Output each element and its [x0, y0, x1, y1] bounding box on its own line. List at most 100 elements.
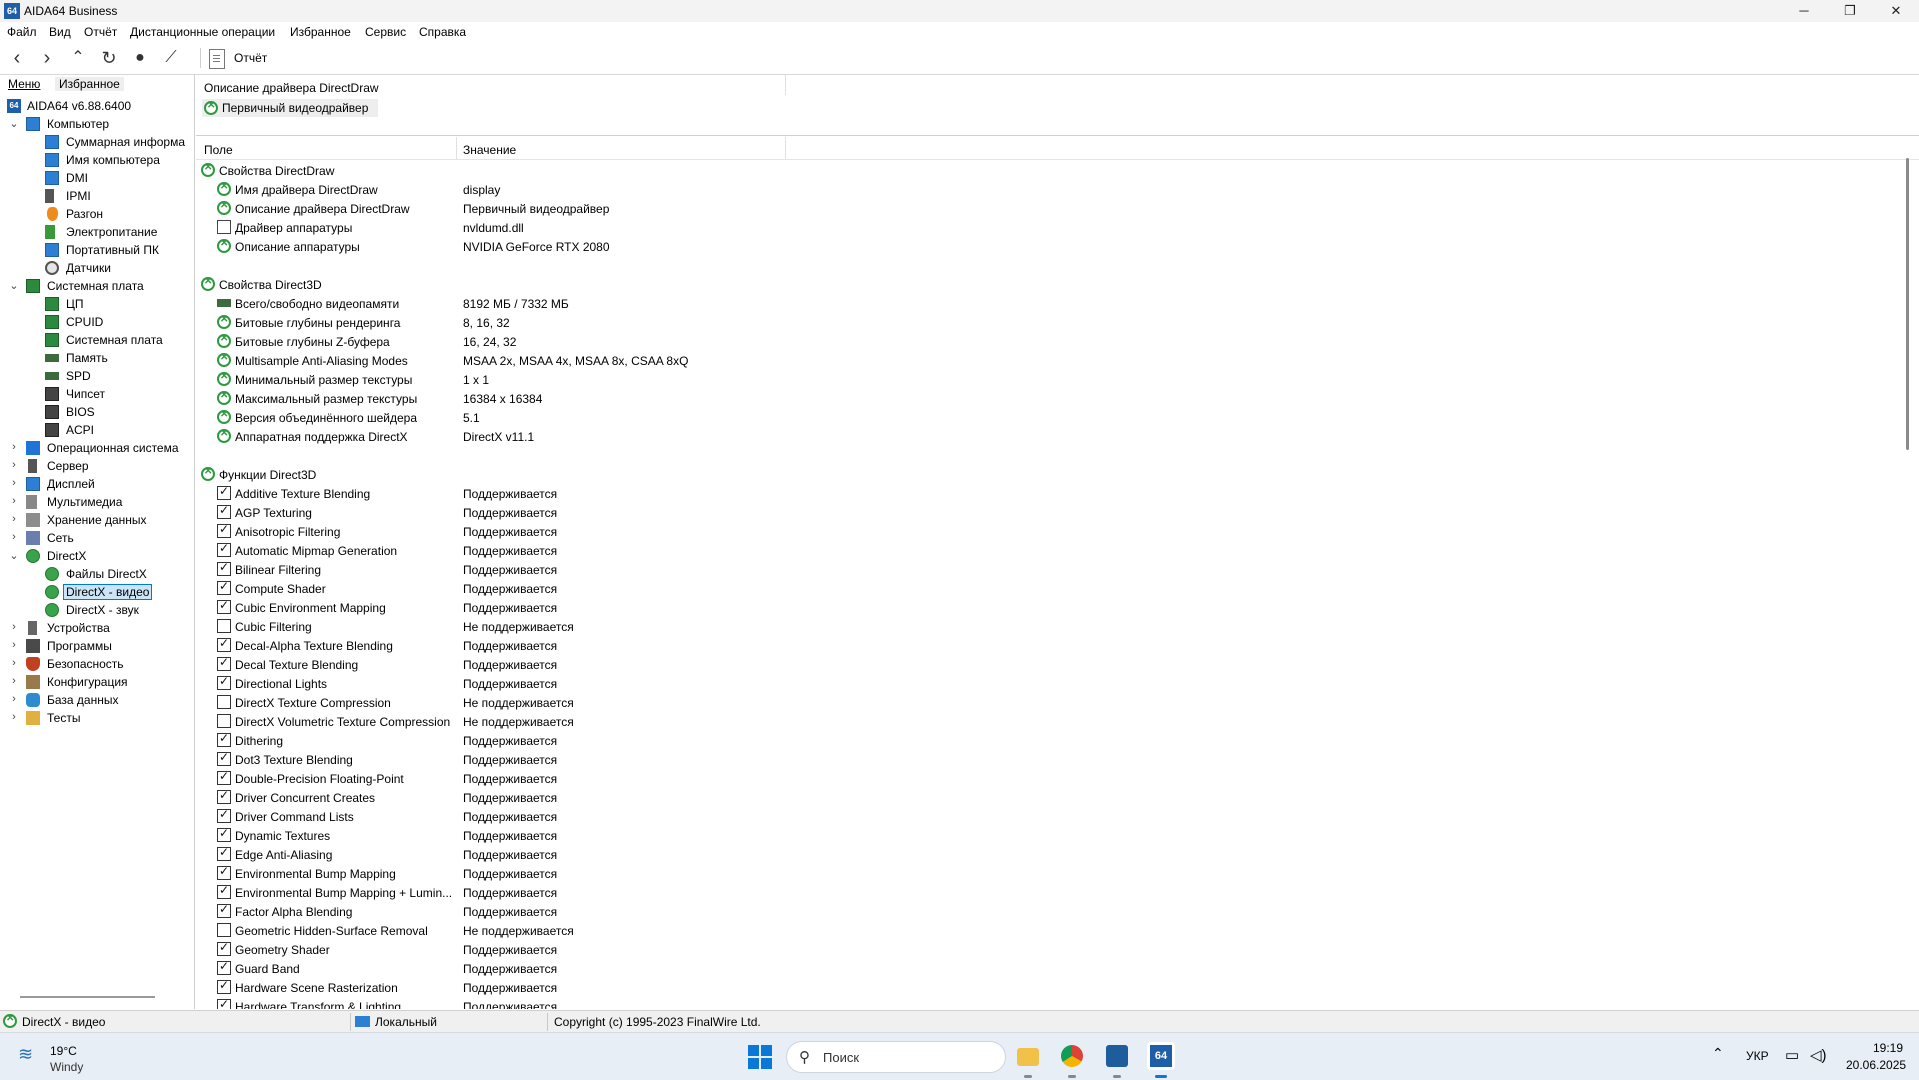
close-icon[interactable]: ✕: [1873, 0, 1919, 22]
table-row[interactable]: Edge Anti-Aliasing Поддерживается: [196, 845, 1896, 864]
table-row[interactable]: Битовые глубины рендеринга 8, 16, 32: [196, 313, 1896, 332]
table-row[interactable]: Anisotropic Filtering Поддерживается: [196, 522, 1896, 541]
weather-icon[interactable]: ≋: [18, 1045, 40, 1063]
left-horizontal-scrollbar[interactable]: [20, 996, 155, 998]
section-header[interactable]: Функции Direct3D: [196, 465, 1896, 484]
table-row[interactable]: Максимальный размер текстуры 16384 x 1638…: [196, 389, 1896, 408]
table-row[interactable]: Dot3 Texture Blending Поддерживается: [196, 750, 1896, 769]
chevron-up-icon[interactable]: ⌃: [1712, 1045, 1724, 1062]
table-row[interactable]: Hardware Scene Rasterization Поддерживает…: [196, 978, 1896, 997]
driver-column-header[interactable]: Описание драйвера DirectDraw: [204, 81, 379, 95]
tab-menu[interactable]: Меню: [8, 77, 40, 91]
table-row[interactable]: Driver Concurrent Creates Поддерживается: [196, 788, 1896, 807]
section-header[interactable]: Свойства Direct3D: [196, 275, 1896, 294]
menu-help[interactable]: Справка: [419, 25, 466, 39]
table-row[interactable]: Описание аппаратуры NVIDIA GeForce RTX 20…: [196, 237, 1896, 256]
chevron-right-icon[interactable]: ›: [9, 441, 19, 453]
table-row[interactable]: Версия объединённого шейдера 5.1: [196, 408, 1896, 427]
aida64-taskbar-button[interactable]: 64: [1147, 1042, 1175, 1078]
table-row[interactable]: Automatic Mipmap Generation Поддерживаетс…: [196, 541, 1896, 560]
table-row[interactable]: Cubic Environment Mapping Поддерживается: [196, 598, 1896, 617]
table-row[interactable]: Драйвер аппаратуры nvldumd.dll: [196, 218, 1896, 237]
chevron-right-icon[interactable]: ›: [9, 531, 19, 543]
table-row[interactable]: Cubic Filtering Не поддерживается: [196, 617, 1896, 636]
weather-temp[interactable]: 19°C: [50, 1044, 77, 1058]
menu-view[interactable]: Вид: [49, 25, 71, 39]
table-row[interactable]: Environmental Bump Mapping Поддерживается: [196, 864, 1896, 883]
table-row[interactable]: Guard Band Поддерживается: [196, 959, 1896, 978]
chevron-down-icon[interactable]: ⌄: [9, 279, 19, 292]
table-row[interactable]: Всего/свободно видеопамяти 8192 МБ / 7332…: [196, 294, 1896, 313]
restore-icon[interactable]: ❐: [1827, 0, 1873, 22]
chevron-down-icon[interactable]: ⌄: [9, 549, 19, 562]
tab-favorites[interactable]: Избранное: [55, 77, 124, 91]
up-icon[interactable]: ⌃: [65, 46, 91, 70]
value-column-header[interactable]: Значение: [463, 143, 516, 157]
photos-button[interactable]: [1103, 1042, 1131, 1078]
language-indicator[interactable]: УКР: [1746, 1049, 1769, 1063]
menu-report[interactable]: Отчёт: [84, 25, 117, 39]
table-row[interactable]: Минимальный размер текстуры 1 x 1: [196, 370, 1896, 389]
chevron-right-icon[interactable]: ›: [9, 639, 19, 651]
menu-favorites[interactable]: Избранное: [290, 25, 351, 39]
table-row[interactable]: Decal-Alpha Texture Blending Поддерживает…: [196, 636, 1896, 655]
section-header[interactable]: Свойства DirectDraw: [196, 161, 1896, 180]
chevron-right-icon[interactable]: ›: [9, 477, 19, 489]
refresh-icon[interactable]: ↻: [96, 46, 122, 70]
clock-time[interactable]: 19:19: [1873, 1041, 1903, 1055]
table-row[interactable]: Имя драйвера DirectDraw display: [196, 180, 1896, 199]
chevron-right-icon[interactable]: ›: [9, 711, 19, 723]
table-row[interactable]: Geometric Hidden-Surface Removal Не подде…: [196, 921, 1896, 940]
table-row[interactable]: Bilinear Filtering Поддерживается: [196, 560, 1896, 579]
table-row[interactable]: Dynamic Textures Поддерживается: [196, 826, 1896, 845]
chevron-right-icon[interactable]: ›: [9, 459, 19, 471]
minimize-icon[interactable]: ─: [1781, 0, 1827, 22]
field-column-header[interactable]: Поле: [204, 143, 233, 157]
user-icon[interactable]: ●: [127, 46, 153, 70]
weather-condition[interactable]: Windy: [50, 1060, 83, 1074]
column-divider[interactable]: [456, 137, 457, 159]
menu-service[interactable]: Сервис: [365, 25, 406, 39]
column-divider[interactable]: [785, 137, 786, 159]
menu-file[interactable]: Файл: [7, 25, 37, 39]
column-divider[interactable]: [785, 75, 786, 95]
table-row[interactable]: Decal Texture Blending Поддерживается: [196, 655, 1896, 674]
taskbar-search[interactable]: ⚲ Поиск: [786, 1041, 1006, 1073]
chevron-right-icon[interactable]: ›: [9, 675, 19, 687]
chevron-right-icon[interactable]: ›: [9, 693, 19, 705]
clock-date[interactable]: 20.06.2025: [1846, 1058, 1906, 1072]
table-row[interactable]: Hardware Transform & Lighting Поддерживае…: [196, 997, 1896, 1009]
table-row[interactable]: Битовые глубины Z-буфера 16, 24, 32: [196, 332, 1896, 351]
table-row[interactable]: Описание драйвера DirectDraw Первичный ви…: [196, 199, 1896, 218]
primary-driver-item[interactable]: Первичный видеодрайвер: [202, 99, 378, 117]
network-icon[interactable]: ▭: [1785, 1046, 1799, 1064]
report-icon[interactable]: [209, 49, 225, 69]
table-row[interactable]: Driver Command Lists Поддерживается: [196, 807, 1896, 826]
table-row[interactable]: AGP Texturing Поддерживается: [196, 503, 1896, 522]
report-button-label[interactable]: Отчёт: [234, 51, 267, 65]
chrome-button[interactable]: [1058, 1042, 1086, 1078]
table-row[interactable]: DirectX Texture Compression Не поддержива…: [196, 693, 1896, 712]
table-row[interactable]: Compute Shader Поддерживается: [196, 579, 1896, 598]
chevron-right-icon[interactable]: ›: [9, 657, 19, 669]
table-row[interactable]: Geometry Shader Поддерживается: [196, 940, 1896, 959]
volume-icon[interactable]: ◁): [1810, 1046, 1827, 1064]
chevron-right-icon[interactable]: ›: [9, 513, 19, 525]
chevron-right-icon[interactable]: ›: [9, 621, 19, 633]
chevron-right-icon[interactable]: ›: [9, 495, 19, 507]
table-row[interactable]: Dithering Поддерживается: [196, 731, 1896, 750]
vertical-scrollbar[interactable]: [1906, 158, 1909, 450]
table-row[interactable]: Directional Lights Поддерживается: [196, 674, 1896, 693]
menu-remote[interactable]: Дистанционные операции: [130, 25, 275, 39]
forward-icon[interactable]: ›: [34, 46, 60, 70]
table-row[interactable]: Environmental Bump Mapping + Lumin... Под…: [196, 883, 1896, 902]
table-row[interactable]: DirectX Volumetric Texture Compression Не…: [196, 712, 1896, 731]
chevron-down-icon[interactable]: ⌄: [9, 117, 19, 130]
table-row[interactable]: Multisample Anti-Aliasing Modes MSAA 2x, …: [196, 351, 1896, 370]
back-icon[interactable]: ‹: [4, 46, 30, 70]
table-row[interactable]: Additive Texture Blending Поддерживается: [196, 484, 1896, 503]
table-row[interactable]: Double-Precision Floating-Point Поддержив…: [196, 769, 1896, 788]
table-row[interactable]: Аппаратная поддержка DirectX DirectX v11.…: [196, 427, 1896, 446]
chart-icon[interactable]: ⟋: [158, 46, 184, 70]
file-explorer-button[interactable]: [1014, 1042, 1042, 1078]
